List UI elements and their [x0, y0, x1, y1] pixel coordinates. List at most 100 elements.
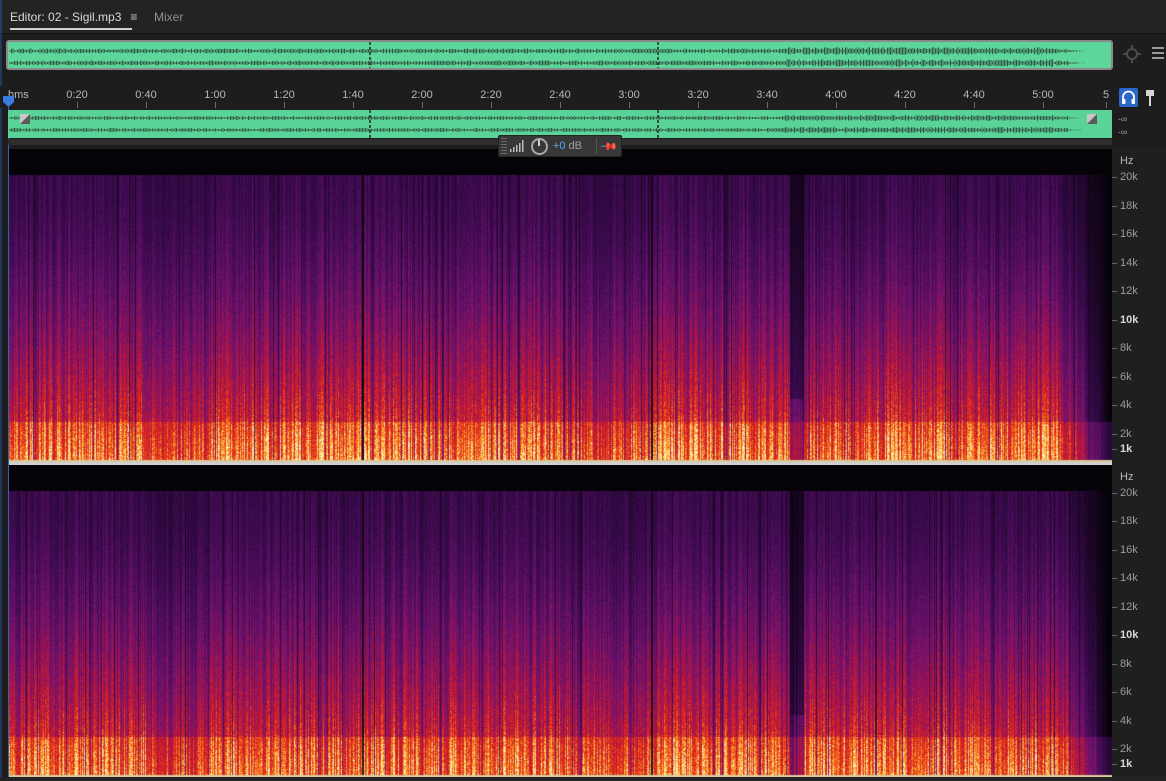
frequency-tick-mark: [1112, 692, 1117, 694]
frequency-tick-label: 20k: [1120, 171, 1138, 183]
time-tick-mark: [836, 102, 837, 108]
headphones-icon: [1122, 90, 1135, 104]
frequency-tick-mark: [1112, 291, 1117, 293]
frequency-tick-label: 12k: [1120, 285, 1138, 298]
marker-button[interactable]: [1143, 88, 1157, 107]
frequency-tick-mark: [1112, 720, 1117, 722]
active-tab-underline: [10, 28, 132, 30]
frequency-tick-label: 4k: [1120, 714, 1132, 727]
zoomed-waveform-graphic: [9, 110, 1097, 138]
frequency-tick-mark: [1112, 578, 1117, 580]
monitor-button[interactable]: [1119, 88, 1138, 107]
tab-editor[interactable]: Editor: 02 - Sigil.mp3 ≡: [10, 10, 137, 30]
frequency-tick-label: 1k: [1120, 443, 1133, 455]
time-tick-label: 2:00: [411, 89, 433, 101]
time-tick-mark: [767, 102, 768, 108]
time-tick-mark: [284, 102, 285, 108]
frequency-tick-label: 16k: [1120, 228, 1138, 241]
frequency-tick-mark: [1112, 449, 1117, 450]
tab-mixer[interactable]: Mixer: [154, 10, 183, 30]
time-tick-label: 5:00: [1032, 89, 1054, 101]
frequency-tick-label: 18k: [1120, 515, 1138, 528]
gain-value[interactable]: +0: [553, 140, 566, 152]
marker-pin-icon: [1146, 90, 1154, 106]
frequency-axis-right: Hz 20k 18k 16k 14k 12k 10k 8k 6k 4k 2k 1k: [1112, 465, 1166, 777]
frequency-tick-mark: [1112, 635, 1117, 637]
time-tick-label: 2:20: [480, 89, 502, 101]
time-tick-mark: [974, 102, 975, 108]
time-tick-label: 5: [1102, 89, 1110, 101]
time-tick-mark: [215, 102, 216, 108]
frequency-tick-mark: [1112, 177, 1117, 178]
panel-menu-icon[interactable]: [1152, 44, 1166, 64]
time-tick-mark: [146, 102, 147, 108]
frequency-unit-label: Hz: [1120, 471, 1134, 483]
panel-bottom-edge: [0, 777, 1166, 781]
frequency-tick-label: 14k: [1120, 256, 1138, 269]
time-tick-label: 1:40: [342, 89, 364, 101]
time-tick-mark: [560, 102, 561, 108]
frequency-tick-label: 12k: [1120, 600, 1138, 613]
frequency-tick-mark: [1112, 764, 1117, 765]
zoom-to-selection-icon[interactable]: [1122, 44, 1142, 64]
spectral-channel-left[interactable]: [9, 149, 1112, 462]
tab-editor-label: Editor: 02 - Sigil.mp3: [10, 10, 122, 24]
frequency-tick-label: 14k: [1120, 572, 1138, 585]
time-tick-label: 3:40: [756, 89, 778, 101]
frequency-tick-mark: [1112, 234, 1117, 236]
gain-hud[interactable]: +0 dB 📌: [498, 135, 622, 157]
time-tick-mark: [491, 102, 492, 108]
level-readout-bottom: -∞: [1118, 127, 1128, 137]
frequency-tick-label: 1k: [1120, 758, 1133, 770]
time-ruler[interactable]: hms 0:20 0:40 1:00 1:20 1:40 2:00 2:20 2:40 3:00…: [0, 86, 1112, 108]
time-tick-label: 4:40: [963, 89, 985, 101]
frequency-tick-label: 4k: [1120, 399, 1132, 412]
frequency-tick-label: 18k: [1120, 199, 1138, 212]
time-tick-mark: [1106, 102, 1107, 108]
panel-focus-accent: [0, 0, 2, 781]
time-tick-mark: [353, 102, 354, 108]
hud-separator: [596, 138, 598, 154]
time-tick-label: 1:20: [273, 89, 295, 101]
gain-knob-icon[interactable]: [531, 137, 548, 155]
pin-icon[interactable]: 📌: [599, 137, 618, 155]
time-tick-label: 0:40: [135, 89, 157, 101]
time-tick-mark: [77, 102, 78, 108]
frequency-tick-label: 2k: [1120, 743, 1132, 755]
overview-waveform-graphic: [9, 42, 1085, 68]
frequency-tick-mark: [1112, 205, 1117, 207]
tab-mixer-label: Mixer: [154, 10, 184, 24]
gain-unit: dB: [568, 140, 583, 152]
frequency-tick-mark: [1112, 348, 1117, 350]
frequency-tick-mark: [1112, 549, 1117, 551]
level-meter-icon: [510, 140, 524, 152]
spectrogram-left: [9, 149, 1112, 462]
frequency-tick-label: 8k: [1120, 342, 1132, 355]
level-readout-top: -∞: [1118, 114, 1128, 124]
hamburger-menu-icon[interactable]: ≡: [130, 10, 137, 24]
spectral-channel-right[interactable]: [9, 465, 1112, 777]
frequency-tick-mark: [1112, 663, 1117, 665]
spectrogram-right: [9, 465, 1112, 777]
time-tick-label: 3:20: [687, 89, 709, 101]
frequency-tick-mark: [1112, 493, 1117, 494]
time-tick-mark: [698, 102, 699, 108]
time-tick-label: 4:20: [894, 89, 916, 101]
frequency-tick-label: 10k: [1120, 313, 1139, 326]
time-tick-mark: [1043, 102, 1044, 108]
frequency-tick-label: 6k: [1120, 370, 1132, 383]
frequency-tick-mark: [1112, 606, 1117, 608]
frequency-tick-label: 6k: [1120, 686, 1132, 699]
frequency-tick-label: 8k: [1120, 657, 1132, 670]
time-tick-mark: [629, 102, 630, 108]
zoomed-waveform-strip[interactable]: [8, 110, 1112, 138]
frequency-tick-label: 16k: [1120, 543, 1138, 556]
time-tick-mark: [422, 102, 423, 108]
hud-drag-grip[interactable]: [501, 138, 507, 154]
overview-waveform[interactable]: [6, 40, 1113, 70]
frequency-tick-mark: [1112, 405, 1117, 407]
time-tick-label: 0:20: [66, 89, 88, 101]
frequency-tick-label: 2k: [1120, 428, 1132, 440]
time-tick-label: 1:00: [204, 89, 226, 101]
frequency-unit-label: Hz: [1120, 155, 1134, 167]
